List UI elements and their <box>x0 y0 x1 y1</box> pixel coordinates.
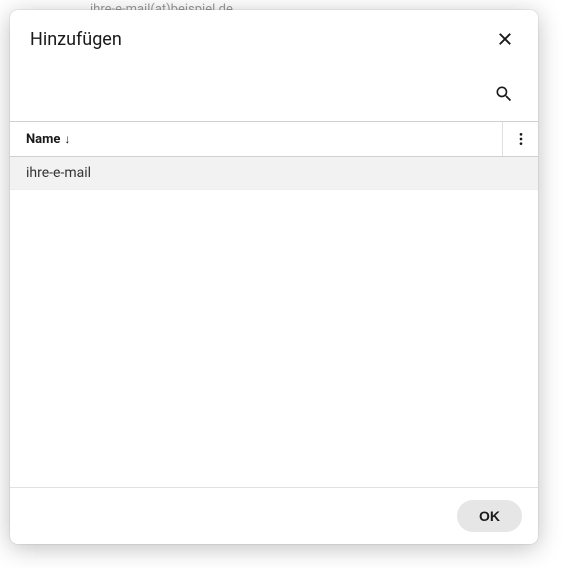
table-row[interactable]: ihre-e-mail <box>10 157 538 190</box>
dialog-toolbar <box>10 60 538 121</box>
table-header: Name ↓ <box>10 121 538 157</box>
search-button[interactable] <box>490 80 518 111</box>
ok-button[interactable]: OK <box>457 500 522 532</box>
row-name: ihre-e-mail <box>26 165 91 181</box>
dialog-footer: OK <box>10 487 538 544</box>
close-icon <box>496 30 514 48</box>
search-icon <box>494 84 514 104</box>
close-button[interactable] <box>492 26 518 52</box>
dialog-title: Hinzufügen <box>30 29 122 50</box>
column-header-name[interactable]: Name ↓ <box>10 132 502 147</box>
dialog-header: Hinzufügen <box>10 10 538 60</box>
table-body: ihre-e-mail <box>10 157 538 487</box>
more-vert-icon <box>513 131 529 147</box>
column-name-label: Name <box>26 132 60 147</box>
column-actions-button[interactable] <box>502 122 538 156</box>
add-dialog: Hinzufügen Name ↓ ih <box>10 10 538 544</box>
sort-arrow-icon: ↓ <box>64 132 70 146</box>
